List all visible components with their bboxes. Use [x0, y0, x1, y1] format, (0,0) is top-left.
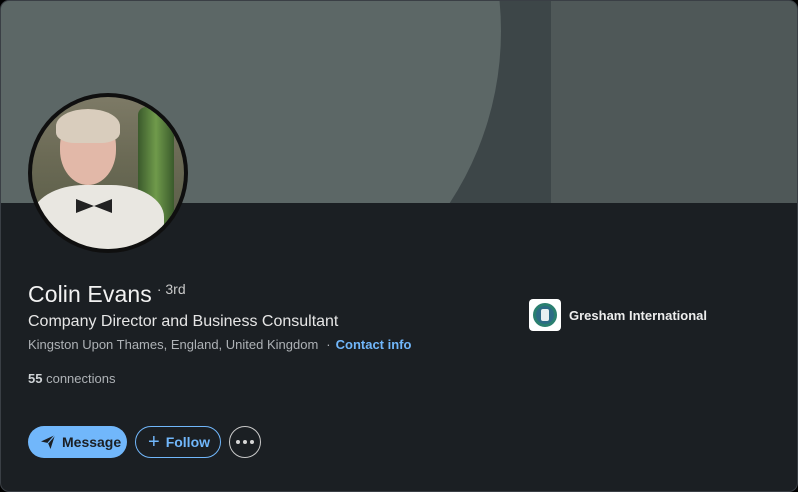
connections[interactable]: 55 connections	[28, 371, 115, 386]
contact-info-link[interactable]: Contact info	[336, 337, 412, 352]
company-name: Gresham International	[569, 307, 707, 323]
follow-button[interactable]: + Follow	[135, 426, 221, 458]
plus-icon: +	[148, 431, 160, 453]
photo-person-body	[32, 185, 164, 249]
message-button-label: Message	[62, 434, 122, 450]
more-horizontal-icon	[236, 440, 254, 444]
avatar[interactable]	[28, 93, 188, 253]
connection-degree: · 3rd	[156, 281, 186, 297]
company-logo-icon	[529, 299, 561, 331]
profile-headline: Company Director and Business Consultant	[28, 313, 339, 330]
profile-actions: Message + Follow	[28, 426, 261, 458]
connections-label: connections	[46, 371, 116, 386]
connections-count: 55	[28, 371, 43, 386]
profile-location: Kingston Upon Thames, England, United Ki…	[28, 337, 319, 352]
separator-dot: ·	[326, 337, 331, 352]
profile-name: Colin Evans	[28, 281, 152, 307]
banner-segment	[551, 1, 797, 203]
current-company[interactable]: Gresham International	[529, 299, 707, 331]
profile-card: Colin Evans · 3rd Company Director and B…	[0, 0, 798, 492]
send-icon	[40, 434, 56, 450]
location-row: Kingston Upon Thames, England, United Ki…	[28, 337, 411, 352]
avatar-photo	[32, 97, 184, 249]
follow-button-label: Follow	[165, 434, 211, 450]
name-row: Colin Evans · 3rd	[28, 281, 186, 308]
message-button[interactable]: Message	[28, 426, 127, 458]
photo-person-hair	[56, 109, 120, 143]
more-actions-button[interactable]	[229, 426, 261, 458]
